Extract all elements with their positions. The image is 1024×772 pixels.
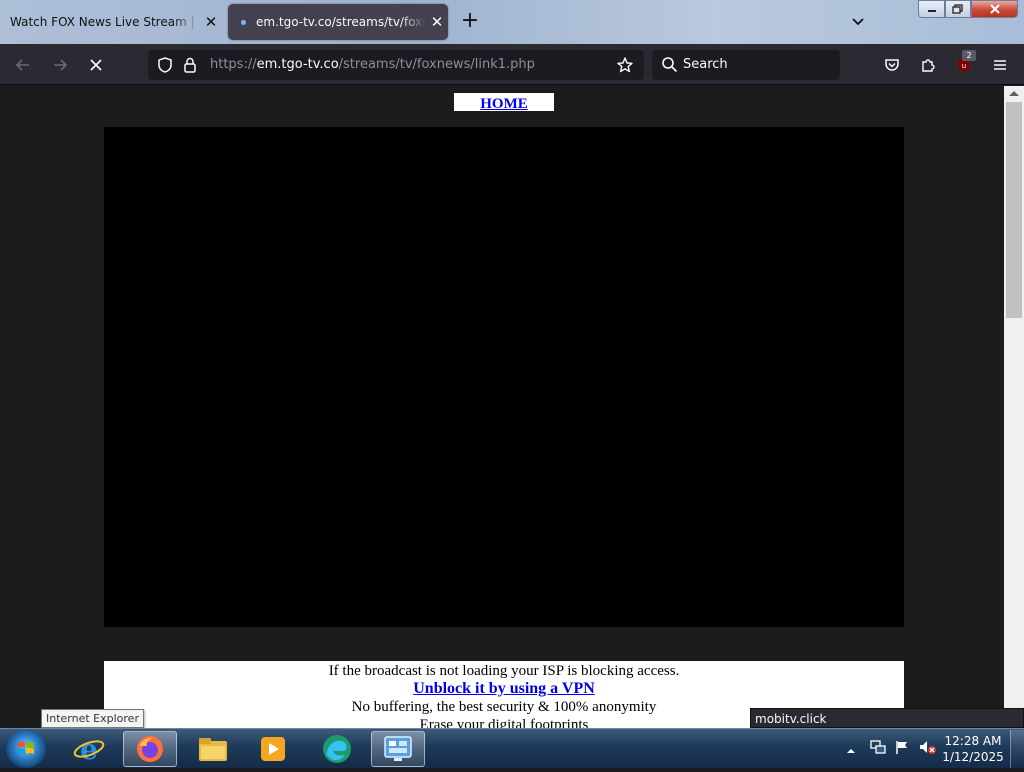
vertical-scrollbar[interactable] <box>1004 86 1024 728</box>
taskbar-clock[interactable]: 12:28 AM 1/12/2025 <box>938 733 1008 765</box>
clock-date: 1/12/2025 <box>942 750 1004 764</box>
tracking-shield-icon[interactable] <box>156 56 174 78</box>
video-player[interactable] <box>104 127 904 627</box>
scroll-up-arrow-icon[interactable] <box>1009 91 1019 96</box>
svg-text:e: e <box>80 733 98 765</box>
network-icon[interactable] <box>870 739 886 759</box>
close-window-button[interactable] <box>971 0 1018 18</box>
new-tab-plus-icon[interactable]: + <box>458 10 482 34</box>
home-box: HOME <box>454 93 554 112</box>
bookmark-star-icon[interactable] <box>616 56 634 78</box>
file-explorer-taskbar-icon[interactable] <box>186 731 240 767</box>
search-icon <box>661 56 678 77</box>
navigation-toolbar: https://em.tgo-tv.co/streams/tv/foxnews/… <box>0 44 1024 85</box>
control-panel-taskbar-icon[interactable] <box>371 731 425 767</box>
windows-taskbar: e 12:28 AM 1/12/2025 <box>0 728 1024 768</box>
edge-taskbar-icon[interactable] <box>310 731 364 767</box>
tab-loading-icon <box>236 15 250 29</box>
svg-text:u: u <box>962 62 966 70</box>
volume-muted-icon[interactable] <box>918 739 936 759</box>
scrollbar-thumb[interactable] <box>1006 102 1022 318</box>
tab-title: Watch FOX News Live Stream | FOX News <box>10 15 200 29</box>
address-bar[interactable]: https://em.tgo-tv.co/streams/tv/foxnews/… <box>148 50 644 80</box>
start-button-windows-logo-icon[interactable] <box>6 730 46 768</box>
notice-line-isp: If the broadcast is not loading your ISP… <box>328 663 680 679</box>
taskbar-tooltip: Internet Explorer <box>41 709 144 728</box>
show-hidden-icons-arrow-icon[interactable] <box>846 740 856 759</box>
status-link-url: mobitv.click <box>750 708 1024 728</box>
clock-time: 12:28 AM <box>944 734 1002 748</box>
tab-stream-link[interactable]: em.tgo-tv.co/streams/tv/foxnews/link1.ph… <box>228 4 448 40</box>
search-bar[interactable]: Search <box>652 50 840 80</box>
home-link[interactable]: HOME <box>480 96 528 112</box>
action-center-flag-icon[interactable] <box>894 739 910 759</box>
tab-close-icon[interactable]: ✕ <box>200 11 222 33</box>
back-arrow-icon[interactable] <box>10 52 36 78</box>
minimize-button[interactable] <box>918 0 945 18</box>
url-text: https://em.tgo-tv.co/streams/tv/foxnews/… <box>210 57 535 72</box>
media-player-taskbar-icon[interactable] <box>246 731 300 767</box>
firefox-taskbar-icon[interactable] <box>123 731 177 767</box>
url-scheme: https:// <box>210 57 257 72</box>
restore-button[interactable] <box>945 0 971 18</box>
list-all-tabs-chevron-icon[interactable] <box>846 12 870 32</box>
stop-loading-icon[interactable] <box>83 52 109 78</box>
hamburger-menu-icon[interactable] <box>987 52 1013 78</box>
tab-strip: Watch FOX News Live Stream | FOX News ✕ … <box>0 0 1024 44</box>
tab-title: em.tgo-tv.co/streams/tv/foxnews/link1.ph… <box>256 15 426 29</box>
extensions-puzzle-icon[interactable] <box>915 52 941 78</box>
pocket-icon[interactable] <box>879 52 905 78</box>
internet-explorer-taskbar-icon[interactable]: e <box>62 731 116 767</box>
system-tray <box>842 729 936 769</box>
page-content: HOME If the broadcast is not loading you… <box>0 86 1004 728</box>
search-placeholder: Search <box>683 57 728 72</box>
show-desktop-button[interactable] <box>1010 730 1024 768</box>
lock-icon[interactable] <box>182 56 198 78</box>
vpn-link[interactable]: Unblock it by using a VPN <box>413 680 595 697</box>
tab-close-icon[interactable]: ✕ <box>426 11 448 33</box>
window-controls <box>918 0 1018 18</box>
tab-fox-news[interactable]: Watch FOX News Live Stream | FOX News ✕ <box>0 4 222 40</box>
url-host: em.tgo-tv.co <box>256 57 339 72</box>
extension-count-badge: 2 <box>962 50 976 61</box>
url-path: /streams/tv/foxnews/link1.php <box>338 57 535 72</box>
forward-arrow-icon[interactable] <box>47 52 73 78</box>
